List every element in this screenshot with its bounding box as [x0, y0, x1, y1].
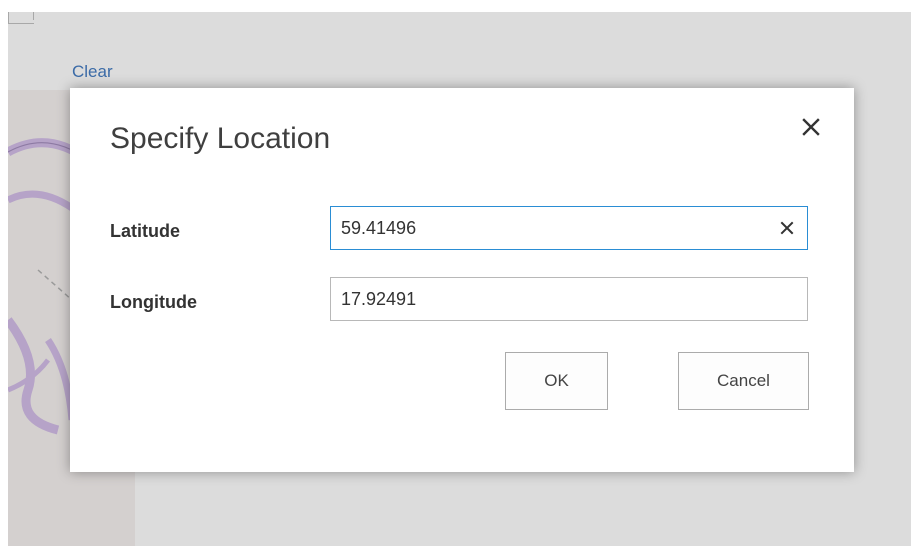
- ok-button[interactable]: OK: [505, 352, 608, 410]
- latitude-label: Latitude: [110, 221, 180, 241]
- resize-corner-icon: [8, 12, 34, 24]
- dialog-title: Specify Location: [110, 122, 331, 155]
- clear-icon[interactable]: [778, 219, 796, 237]
- longitude-label: Longitude: [110, 292, 197, 312]
- specify-location-dialog: Specify Location Latitude Longitude OK C…: [70, 88, 854, 472]
- longitude-input[interactable]: [330, 277, 808, 321]
- clear-link[interactable]: Clear: [72, 62, 113, 82]
- cancel-button[interactable]: Cancel: [678, 352, 809, 410]
- close-icon[interactable]: [796, 112, 826, 142]
- latitude-input[interactable]: [330, 206, 808, 250]
